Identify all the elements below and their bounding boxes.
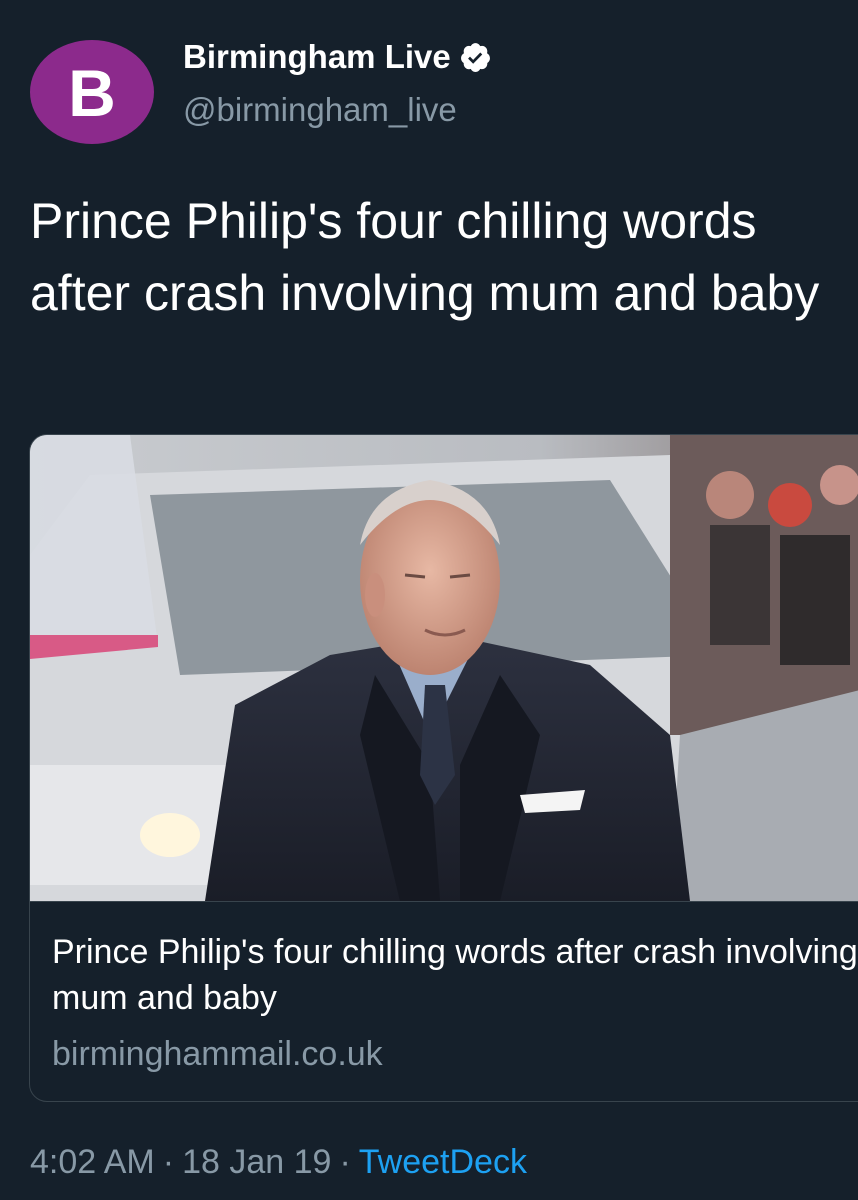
verified-badge-icon [460, 42, 490, 72]
display-name-row[interactable]: Birmingham Live [183, 38, 492, 76]
display-name[interactable]: Birmingham Live [183, 38, 451, 76]
tweet-text: Prince Philip's four chilling words afte… [30, 193, 820, 321]
tweet: B Birmingham Live @birmingham_live Princ… [0, 0, 858, 1200]
tweet-date[interactable]: 18 Jan 19 [182, 1143, 331, 1181]
handle[interactable]: @birmingham_live [183, 91, 457, 129]
card-title[interactable]: Prince Philip's four chilling words afte… [52, 929, 858, 1021]
tweet-source-link[interactable]: TweetDeck [359, 1143, 527, 1181]
avatar[interactable]: B [30, 40, 154, 144]
link-card[interactable]: Prince Philip's four chilling words afte… [29, 434, 858, 1102]
tweet-meta: 4:02 AM · 18 Jan 19 · TweetDeck [30, 1143, 527, 1182]
avatar-letter: B [68, 56, 116, 130]
separator-dot: · [162, 1143, 175, 1181]
separator-dot: · [339, 1143, 351, 1181]
tweet-time[interactable]: 4:02 AM [30, 1143, 155, 1181]
news-photo [30, 435, 858, 901]
card-domain: birminghammail.co.uk [52, 1035, 383, 1073]
card-image[interactable] [30, 435, 858, 902]
